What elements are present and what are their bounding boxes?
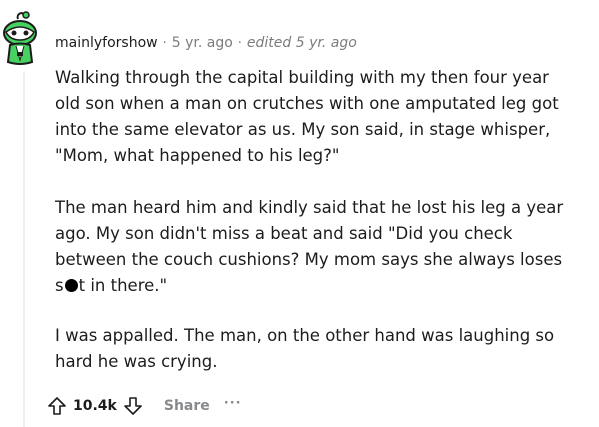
comment-actions: 10.4k Share ··· [44, 393, 242, 419]
text-line: between the couch cushions? My mom says … [55, 250, 563, 269]
text-line: "Mom, what happened to his leg?" [55, 146, 340, 165]
author-username[interactable]: mainlyforshow [55, 35, 158, 51]
separator-dot: · [237, 35, 242, 51]
arrow-up-icon [48, 397, 66, 415]
text-fragment: s [55, 276, 64, 295]
separator-dot: · [162, 35, 167, 51]
text-line: I was appalled. The man, on the other ha… [55, 326, 555, 345]
comment-paragraph: I was appalled. The man, on the other ha… [55, 323, 595, 375]
share-button[interactable]: Share [164, 398, 210, 414]
text-line: hard he was crying. [55, 352, 218, 371]
vote-score: 10.4k [73, 398, 117, 414]
text-line: The man heard him and kindly said that h… [55, 198, 564, 217]
comment-paragraph: The man heard him and kindly said that h… [55, 195, 595, 299]
redaction-blot-icon [64, 279, 78, 292]
text-line: old son when a man on crutches with one … [55, 94, 559, 113]
arrow-down-icon [124, 397, 142, 415]
more-options-button[interactable]: ··· [224, 396, 242, 411]
comment: mainlyforshow · 5 yr. ago · edited 5 yr.… [0, 0, 599, 427]
thread-line[interactable] [23, 72, 25, 427]
text-line: ago. My son didn't miss a beat and said … [55, 224, 513, 243]
snoo-avatar-icon [3, 11, 37, 65]
comment-paragraph: Walking through the capital building wit… [55, 65, 595, 169]
upvote-button[interactable] [44, 393, 70, 419]
comment-header: mainlyforshow · 5 yr. ago · edited 5 yr.… [55, 33, 357, 53]
text-line: s t in there." [55, 273, 595, 299]
text-line: into the same elevator as us. My son sai… [55, 120, 551, 139]
comment-timestamp[interactable]: 5 yr. ago [172, 35, 233, 51]
text-fragment: t in there." [78, 276, 168, 295]
avatar[interactable] [0, 10, 46, 68]
downvote-button[interactable] [120, 393, 146, 419]
text-line: Walking through the capital building wit… [55, 68, 549, 87]
edited-timestamp: edited 5 yr. ago [246, 35, 357, 51]
